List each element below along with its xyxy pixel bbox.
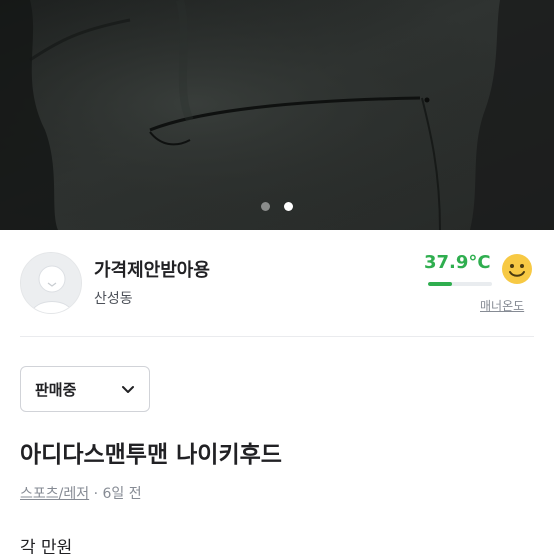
avatar[interactable] xyxy=(20,252,82,314)
seller-nickname[interactable]: 가격제안받아용 xyxy=(94,256,210,282)
product-detail-page: 가격제안받아용 산성동 37.9°C 매너온도 판매중 아디다스맨투맨 나이키후… xyxy=(0,0,554,554)
product-photo[interactable] xyxy=(0,0,554,230)
posted-time: 6일 전 xyxy=(102,486,142,502)
carousel-indicator xyxy=(0,200,554,212)
product-description: 각 만원 xyxy=(20,538,73,554)
manner-temperature-link[interactable]: 매너온도 xyxy=(480,297,524,314)
smiling-face-icon xyxy=(502,254,532,284)
seller-profile[interactable]: 가격제안받아용 산성동 37.9°C 매너온도 xyxy=(0,230,554,330)
seller-location: 산성동 xyxy=(94,291,133,307)
divider xyxy=(20,336,534,337)
sale-status-value: 판매중 xyxy=(35,380,77,399)
carousel-dot-active[interactable] xyxy=(284,201,293,211)
product-title: 아디다스맨투맨 나이키후드 xyxy=(20,442,282,468)
chevron-down-icon xyxy=(122,386,134,393)
sale-status-select[interactable]: 판매중 xyxy=(20,366,150,412)
default-avatar-icon xyxy=(21,253,81,313)
manner-temperature: 37.9°C xyxy=(424,252,491,273)
product-meta: 스포츠/레저 · 6일 전 xyxy=(20,483,142,503)
meta-separator: · xyxy=(93,486,99,502)
temperature-bar xyxy=(428,282,492,286)
carousel-dot[interactable] xyxy=(261,201,270,211)
hoodie-photo-image xyxy=(0,0,554,230)
category-link[interactable]: 스포츠/레저 xyxy=(20,486,89,502)
temperature-bar-fill xyxy=(428,282,453,286)
